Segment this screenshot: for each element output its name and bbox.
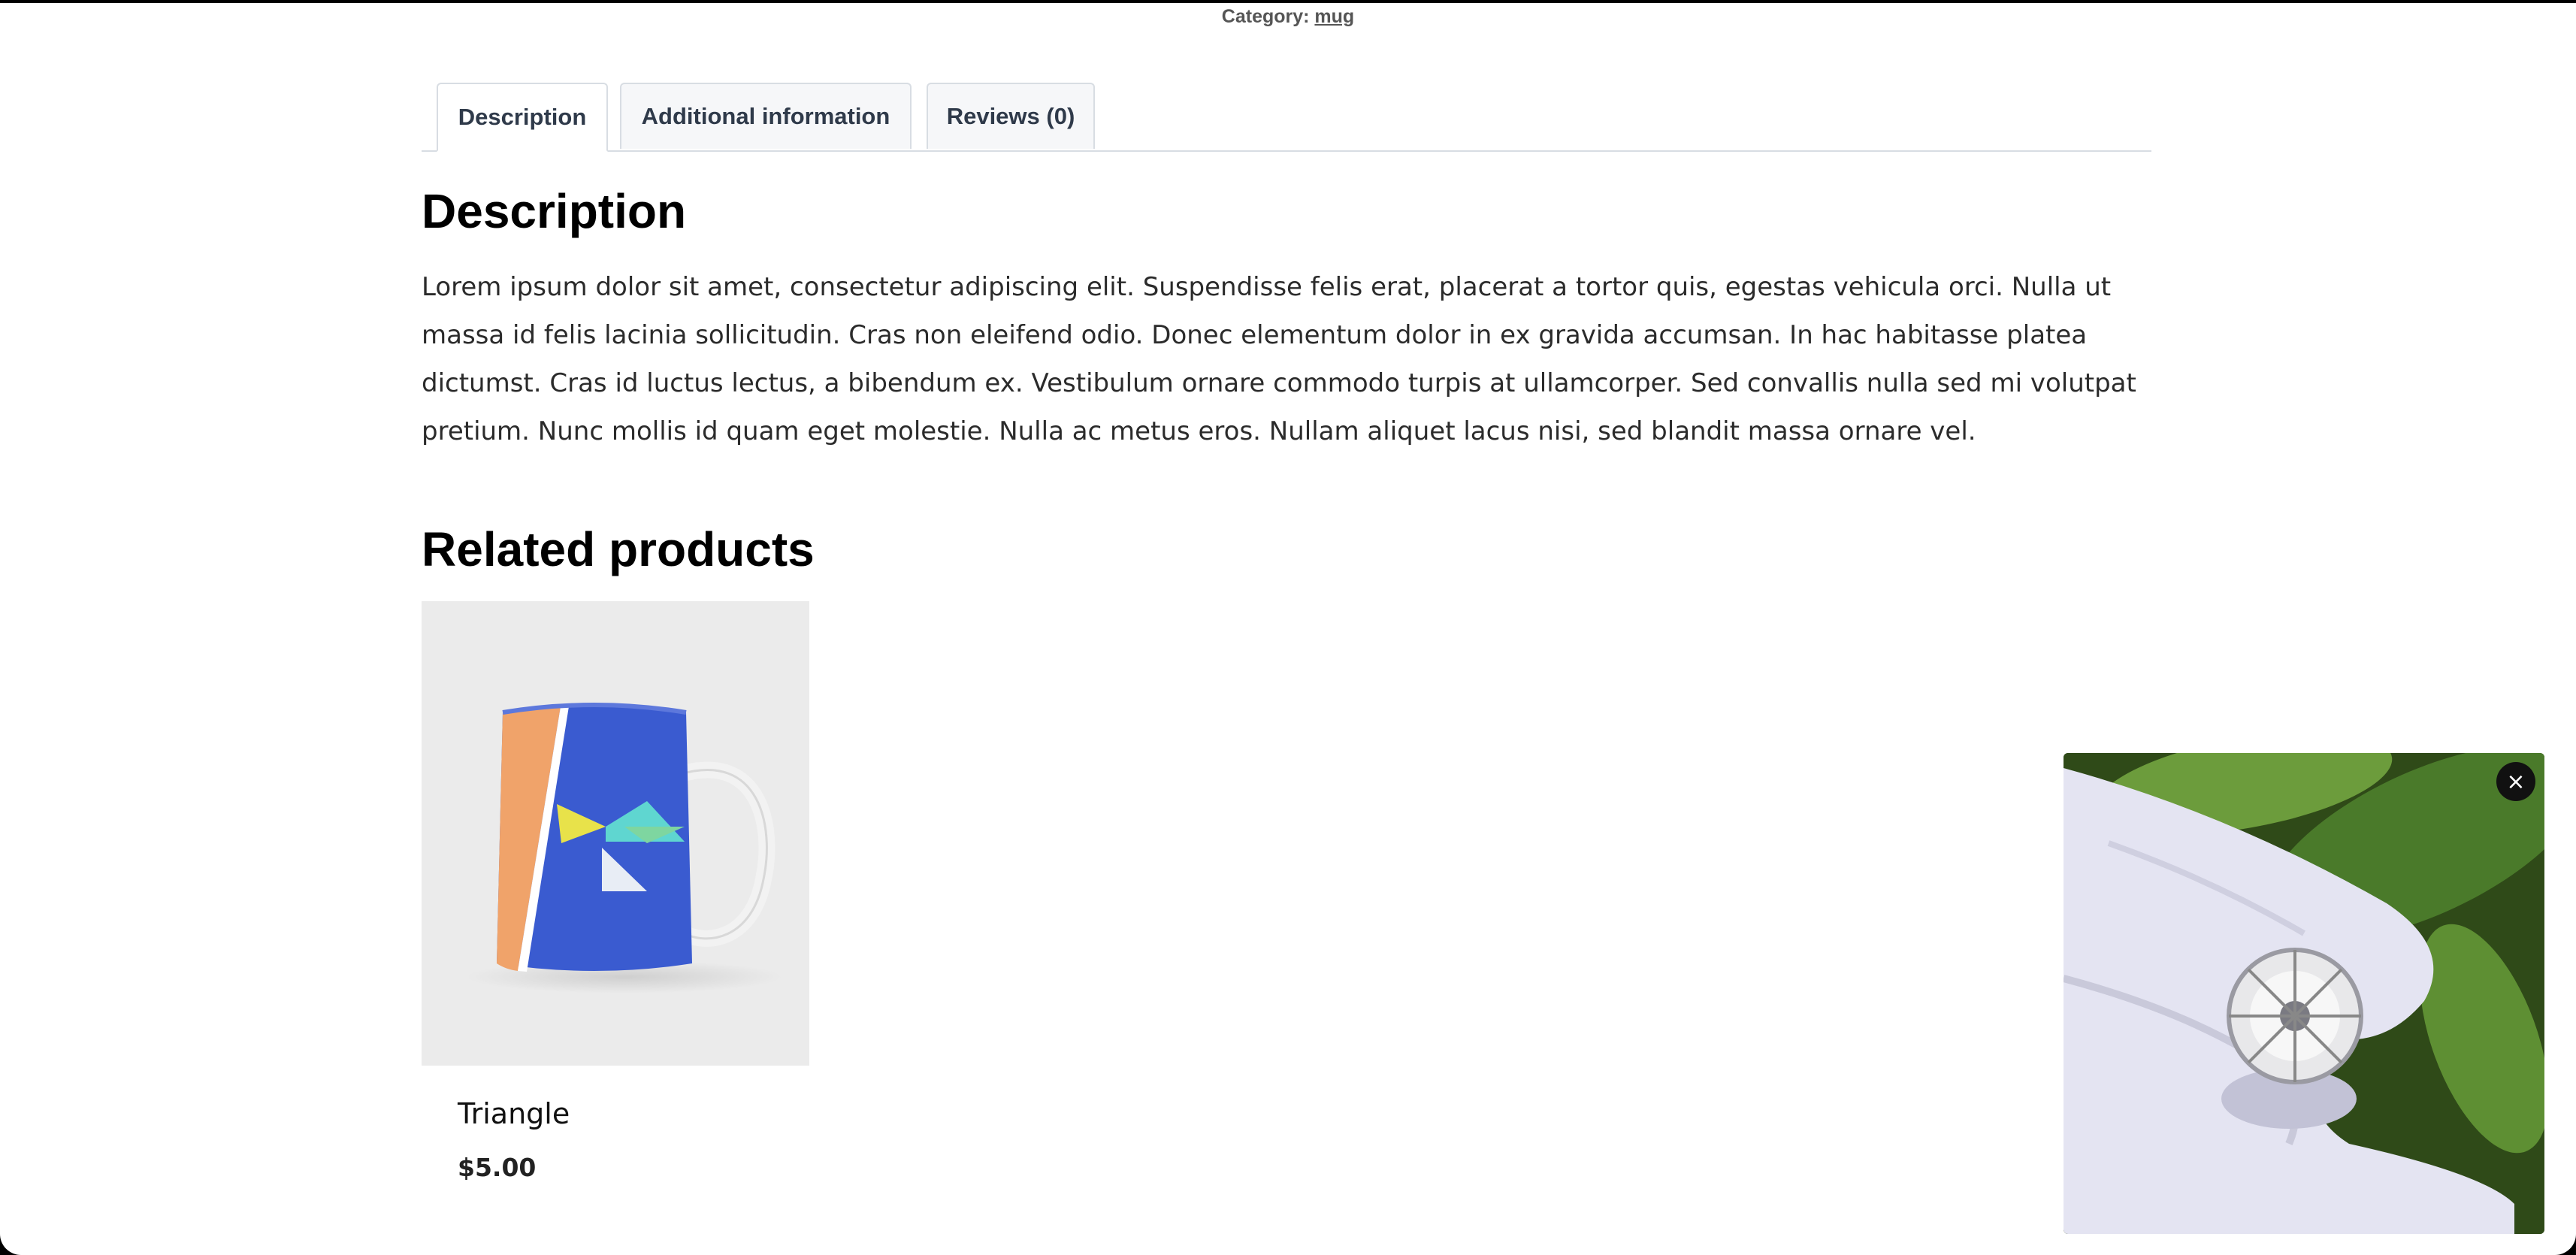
tab-description[interactable]: Description [437,83,608,152]
product-tabs: Description Additional information Revie… [422,81,2151,152]
window-corner [2555,1234,2576,1255]
product-image-mug[interactable] [422,601,809,1066]
page: Category: mug Description Additional inf… [0,3,2576,1255]
product-name[interactable]: Triangle [458,1097,570,1130]
window-corner [0,1234,21,1255]
tab-reviews[interactable]: Reviews (0) [927,83,1095,149]
category-link-mug[interactable]: mug [1314,6,1354,27]
floating-video-player[interactable]: × [2064,753,2544,1234]
category-label: Category: [1221,6,1310,27]
product-meta-category: Category: mug [0,6,2576,28]
product-card[interactable]: Triangle $5.00 [422,601,809,1202]
tab-additional-information[interactable]: Additional information [620,83,912,149]
video-frame-diamond [2064,753,2544,1234]
mug-illustration [467,703,782,993]
close-video-button[interactable]: × [2496,762,2535,801]
related-products-heading: Related products [422,522,815,576]
description-heading: Description [422,184,687,238]
description-body: Lorem ipsum dolor sit amet, consectetur … [422,272,2136,446]
product-price: $5.00 [458,1153,537,1182]
